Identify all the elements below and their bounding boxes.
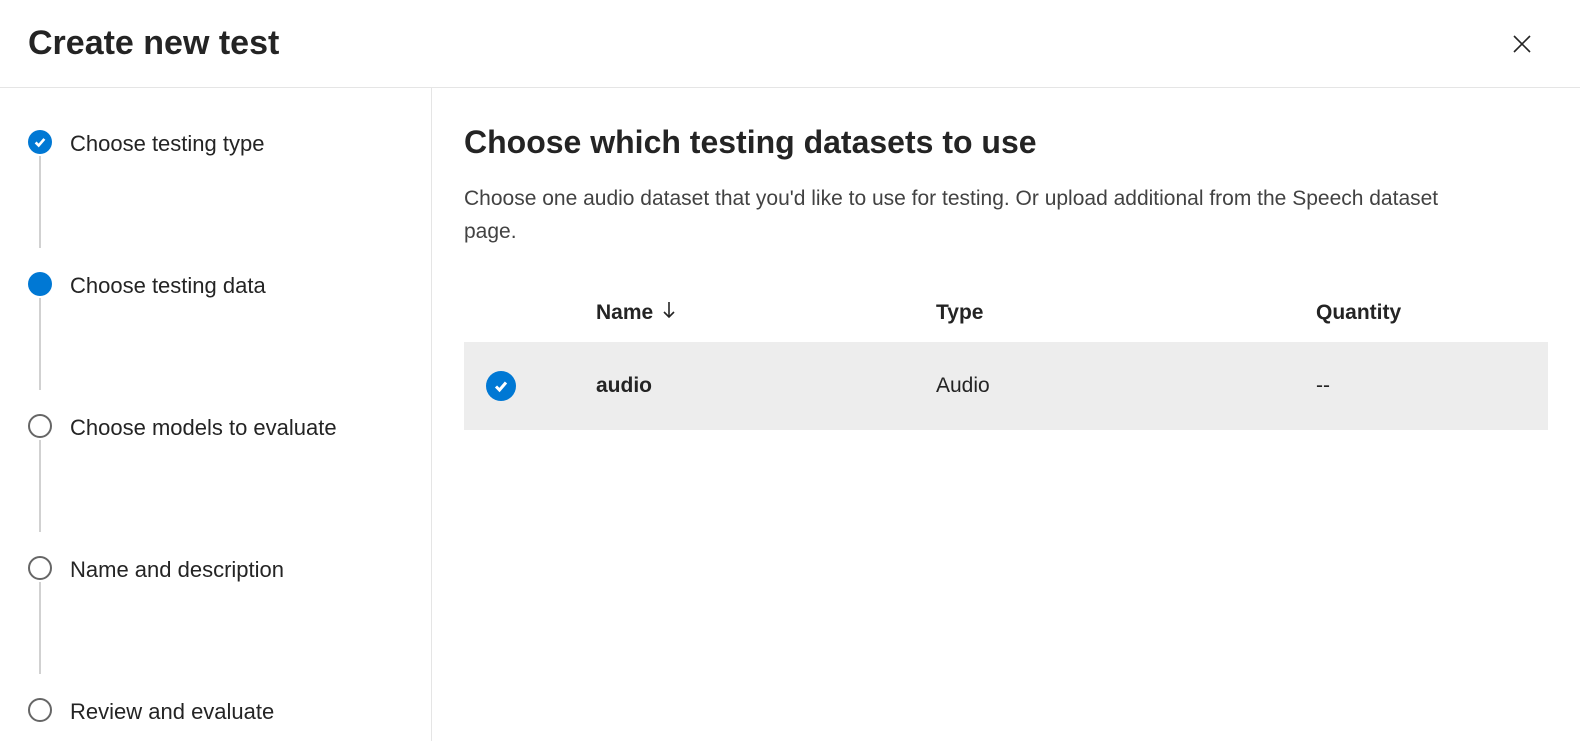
page-heading: Choose which testing datasets to use: [464, 124, 1548, 161]
step-connector: [39, 156, 41, 248]
step-indicator-pending-icon: [28, 414, 52, 438]
step-connector: [39, 440, 41, 532]
step-label: Choose testing data: [70, 270, 266, 301]
step-connector: [39, 582, 41, 674]
step-indicator-pending-icon: [28, 698, 52, 722]
row-select-cell: [486, 371, 596, 401]
step-label: Choose models to evaluate: [70, 412, 337, 443]
step-label: Review and evaluate: [70, 696, 274, 727]
wizard-step-name-description[interactable]: Name and description: [28, 554, 403, 598]
row-type-cell: Audio: [936, 374, 1316, 398]
close-icon: [1510, 32, 1534, 56]
page-description: Choose one audio dataset that you'd like…: [464, 183, 1464, 248]
step-indicator-current-icon: [28, 272, 52, 296]
table-row[interactable]: audio Audio --: [464, 342, 1548, 430]
row-name-cell: audio: [596, 374, 936, 398]
step-indicator-completed-icon: [28, 130, 52, 154]
checkmark-icon: [493, 378, 509, 394]
step-indicator-pending-icon: [28, 556, 52, 580]
datasets-table: Name Type Quantity audio: [464, 284, 1548, 430]
wizard-step-choose-testing-type[interactable]: Choose testing type: [28, 128, 403, 172]
table-header-quantity-label: Quantity: [1316, 301, 1401, 325]
table-header-type-label: Type: [936, 301, 983, 325]
step-label: Choose testing type: [70, 128, 264, 159]
wizard-steps-sidebar: Choose testing type Choose testing data …: [0, 88, 432, 741]
wizard-step-choose-testing-data[interactable]: Choose testing data: [28, 270, 403, 314]
table-header-name-label: Name: [596, 301, 653, 325]
table-header-name[interactable]: Name: [596, 300, 936, 326]
dialog-body: Choose testing type Choose testing data …: [0, 88, 1580, 741]
main-content: Choose which testing datasets to use Cho…: [432, 88, 1580, 741]
wizard-steps-list: Choose testing type Choose testing data …: [28, 128, 403, 740]
row-select-checkbox[interactable]: [486, 371, 516, 401]
table-header-row: Name Type Quantity: [464, 284, 1548, 342]
wizard-step-choose-models[interactable]: Choose models to evaluate: [28, 412, 403, 456]
wizard-step-review-evaluate[interactable]: Review and evaluate: [28, 696, 403, 740]
step-label: Name and description: [70, 554, 284, 585]
sort-descending-icon: [661, 300, 677, 326]
step-connector: [39, 298, 41, 390]
table-header-quantity[interactable]: Quantity: [1316, 301, 1526, 325]
close-button[interactable]: [1504, 26, 1540, 62]
row-quantity-cell: --: [1316, 374, 1526, 398]
dialog-title: Create new test: [28, 24, 279, 63]
table-header-type[interactable]: Type: [936, 301, 1316, 325]
dialog-header: Create new test: [0, 0, 1580, 88]
